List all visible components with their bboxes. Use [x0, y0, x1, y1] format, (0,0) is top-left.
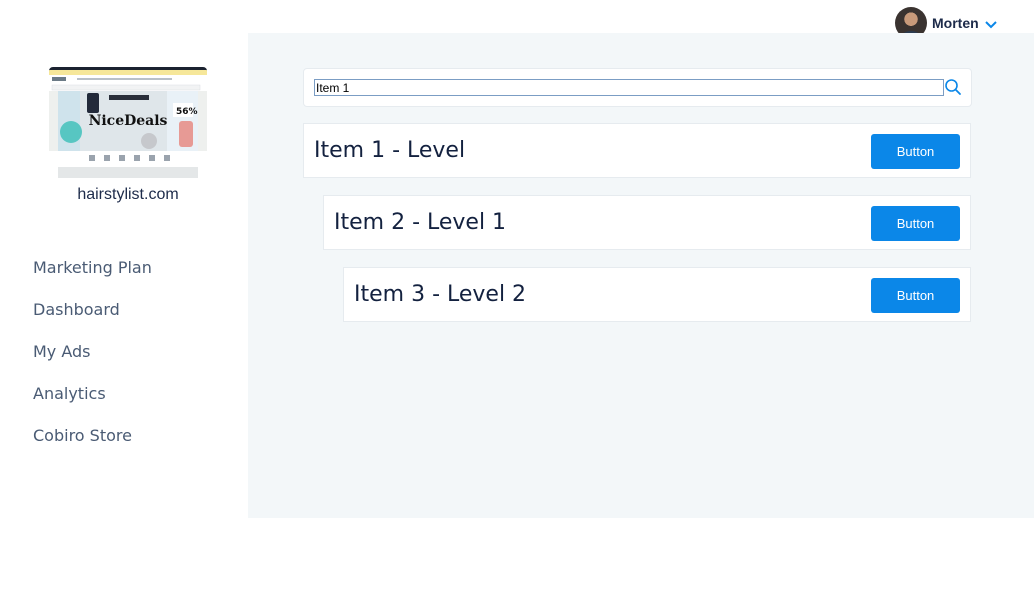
main-panel: Item 1 - Level Button Item 2 - Level 1 B… — [248, 33, 1034, 518]
sidebar-item-dashboard[interactable]: Dashboard — [33, 298, 152, 340]
search-input[interactable] — [314, 79, 944, 96]
list-item: Item 2 - Level 1 Button — [323, 195, 971, 250]
list-item: Item 3 - Level 2 Button — [343, 267, 971, 322]
list-item-button[interactable]: Button — [871, 206, 960, 241]
site-thumbnail[interactable]: 56% NiceDeals — [49, 67, 207, 178]
sidebar-item-marketing-plan[interactable]: Marketing Plan — [33, 256, 152, 298]
site-name: hairstylist.com — [77, 186, 179, 203]
thumbnail-promo: 56% — [176, 107, 198, 117]
list-item-button[interactable]: Button — [871, 278, 960, 313]
sidebar-nav: Marketing Plan Dashboard My Ads Analytic… — [33, 256, 152, 466]
search-icon[interactable] — [944, 78, 962, 96]
sidebar-item-analytics[interactable]: Analytics — [33, 382, 152, 424]
thumbnail-title: NiceDeals — [89, 113, 168, 129]
sidebar-item-my-ads[interactable]: My Ads — [33, 340, 152, 382]
site-thumbnail-image: 56% NiceDeals — [49, 67, 207, 178]
chevron-down-icon[interactable] — [984, 21, 997, 29]
sidebar-item-cobiro-store[interactable]: Cobiro Store — [33, 424, 152, 466]
search-bar — [303, 68, 972, 107]
list-item: Item 1 - Level Button — [303, 123, 971, 178]
list-item-label: Item 3 - Level 2 — [354, 282, 527, 307]
list-item-label: Item 1 - Level — [314, 138, 466, 163]
user-name[interactable]: Morten — [932, 15, 979, 31]
list-item-label: Item 2 - Level 1 — [334, 210, 507, 235]
list-item-button[interactable]: Button — [871, 134, 960, 169]
